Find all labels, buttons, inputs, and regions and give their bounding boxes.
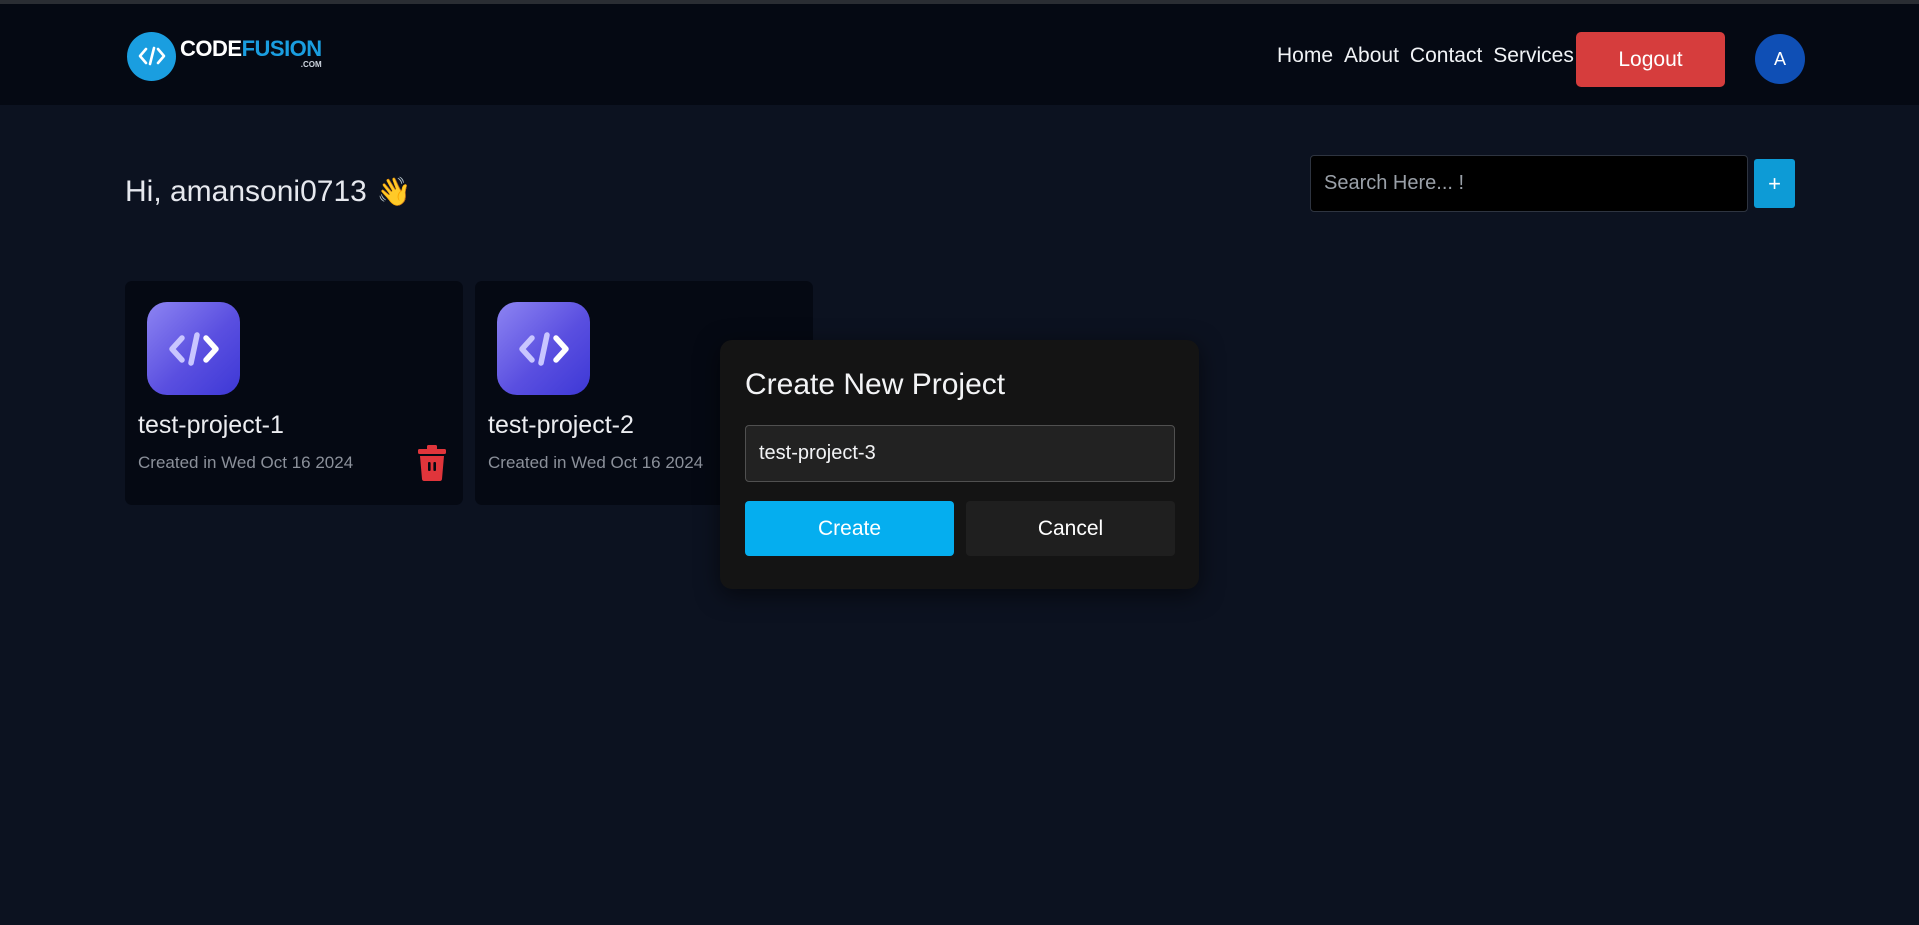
greeting-text: Hi, amansoni0713 — [125, 175, 367, 208]
cancel-button[interactable]: Cancel — [966, 501, 1175, 556]
project-card[interactable]: test-project-1 Created in Wed Oct 16 202… — [125, 281, 463, 505]
code-brackets-icon — [127, 31, 176, 81]
nav-link-home[interactable]: Home — [1277, 44, 1333, 68]
create-button[interactable]: Create — [745, 501, 954, 556]
create-project-modal: Create New Project Create Cancel — [720, 340, 1199, 589]
logout-button[interactable]: Logout — [1576, 32, 1725, 87]
project-title: test-project-2 — [488, 411, 634, 439]
nav-link-about[interactable]: About — [1344, 44, 1399, 68]
project-created-date: Created in Wed Oct 16 2024 — [138, 453, 354, 472]
waving-hand-icon: 👋 — [376, 176, 412, 207]
brand-wordmark: CODEFUSION .COM — [180, 36, 322, 76]
greeting: Hi, amansoni0713 👋 — [125, 175, 412, 209]
add-project-button[interactable]: + — [1754, 159, 1795, 208]
project-name-input[interactable] — [745, 425, 1175, 482]
brand-word-code: CODE — [180, 36, 242, 61]
brand-word-fusion: FUSION — [241, 36, 323, 61]
nav-links: Home About Contact Services — [1277, 44, 1574, 68]
avatar[interactable]: A — [1755, 34, 1805, 84]
nav-link-contact[interactable]: Contact — [1410, 44, 1482, 68]
modal-title: Create New Project — [745, 368, 1006, 401]
trash-icon[interactable] — [416, 444, 448, 482]
navbar: CODEFUSION .COM Home About Contact Servi… — [0, 4, 1919, 105]
search-input[interactable] — [1310, 155, 1748, 212]
brand-domain: .COM — [300, 60, 322, 69]
nav-link-services[interactable]: Services — [1493, 44, 1574, 68]
project-title: test-project-1 — [138, 411, 284, 439]
project-created-date: Created in Wed Oct 16 2024 — [488, 453, 704, 472]
brand-logo[interactable]: CODEFUSION .COM — [127, 31, 322, 81]
code-icon — [497, 302, 590, 395]
code-icon — [147, 302, 240, 395]
